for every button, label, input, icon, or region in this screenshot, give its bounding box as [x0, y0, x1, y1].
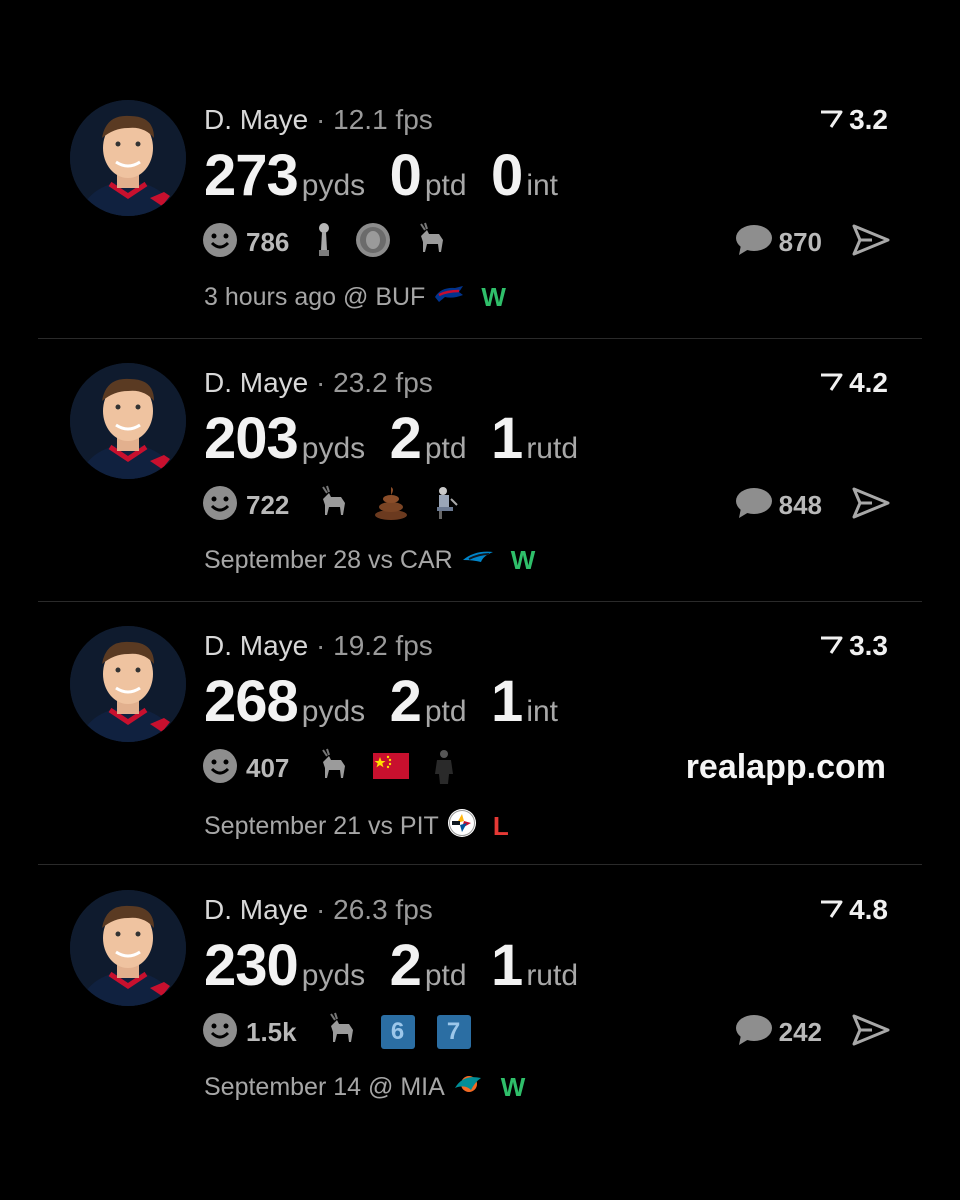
comment-icon[interactable]: [735, 223, 773, 262]
dolphins-logo-icon: [453, 1072, 485, 1103]
rating[interactable]: 3.3: [819, 630, 888, 662]
smiley-react-icon[interactable]: [202, 222, 238, 263]
stat-line: 268 pyds 2 ptd 1 int: [204, 668, 578, 735]
reactions-row: 407: [202, 748, 479, 788]
stat-passing-yards: 273 pyds: [204, 143, 366, 208]
post-card[interactable]: D. Maye · 23.2 fps 4.2 203 pyds 2 ptd 1 rut…: [0, 263, 960, 575]
stat-passing-td: 2 ptd: [389, 406, 467, 471]
share-icon[interactable]: [852, 1014, 890, 1051]
feed: D. Maye · 12.1 fps 3.2 273 pyds 0 ptd 0 int…: [0, 0, 960, 1200]
post-header: D. Maye · 19.2 fps: [204, 630, 433, 661]
rating-value: 3.3: [849, 630, 888, 661]
stat-passing-td: 2 ptd: [389, 669, 467, 734]
watermark: realapp.com: [685, 748, 886, 786]
fps-score: 26.3 fps: [333, 894, 433, 925]
rating-value: 4.2: [849, 367, 888, 398]
comment-count[interactable]: 848: [779, 490, 822, 521]
smiley-react-icon[interactable]: [202, 748, 238, 789]
rating-value: 4.8: [849, 894, 888, 925]
stat-line: 230 pyds 2 ptd 1 rutd: [204, 932, 598, 999]
goat-icon[interactable]: [315, 748, 351, 789]
rating-icon: [819, 894, 843, 926]
reactions-row: 1.5k 6 7: [202, 1012, 493, 1052]
goat-icon[interactable]: [315, 485, 351, 526]
rating[interactable]: 4.8: [819, 894, 888, 926]
rating-value: 3.2: [849, 104, 888, 135]
post-card[interactable]: D. Maye · 26.3 fps 4.8 230 pyds 2 ptd 1 rut…: [0, 790, 960, 1102]
rating-icon: [819, 104, 843, 136]
stat-rushing-td: 1 rutd: [491, 933, 579, 998]
reaction-count[interactable]: 786: [246, 227, 289, 258]
player-name[interactable]: D. Maye: [204, 894, 308, 925]
player-name[interactable]: D. Maye: [204, 367, 308, 398]
stat-passing-td: 2 ptd: [389, 933, 467, 998]
six-tile-icon[interactable]: 6: [380, 1015, 415, 1049]
fps-score: 19.2 fps: [333, 630, 433, 661]
post-footer: September 14 @ MIA W: [204, 1072, 525, 1103]
goat-icon[interactable]: [413, 222, 449, 263]
reaction-count[interactable]: 722: [246, 490, 289, 521]
post-actions: 242: [735, 1012, 890, 1052]
player-avatar[interactable]: [70, 363, 186, 479]
stat-line: 273 pyds 0 ptd 0 int: [204, 142, 578, 209]
rating[interactable]: 4.2: [819, 367, 888, 399]
reaction-count[interactable]: 407: [246, 753, 289, 784]
stat-rushing-td: 1 rutd: [491, 406, 579, 471]
post-header: D. Maye · 12.1 fps: [204, 104, 433, 135]
goat-icon[interactable]: [323, 1012, 359, 1053]
post-header: D. Maye · 23.2 fps: [204, 367, 433, 398]
person-sitting-icon[interactable]: [431, 485, 461, 526]
stat-passing-yards: 230 pyds: [204, 933, 366, 998]
comment-icon[interactable]: [735, 1013, 773, 1052]
china-flag-icon[interactable]: [373, 752, 410, 784]
stat-interceptions: 1 int: [491, 669, 558, 734]
player-avatar[interactable]: [70, 100, 186, 216]
stat-passing-yards: 203 pyds: [204, 406, 366, 471]
comment-icon[interactable]: [735, 486, 773, 525]
post-actions: 870: [735, 222, 890, 262]
share-icon[interactable]: [852, 487, 890, 524]
reactions-row: 786: [202, 222, 471, 262]
trophy-icon[interactable]: [315, 222, 333, 263]
fps-score: 23.2 fps: [333, 367, 433, 398]
player-name[interactable]: D. Maye: [204, 104, 308, 135]
person-standing-icon[interactable]: [431, 748, 457, 789]
player-avatar[interactable]: [70, 890, 186, 1006]
share-icon[interactable]: [852, 224, 890, 261]
reaction-count[interactable]: 1.5k: [246, 1017, 297, 1048]
rating-icon: [819, 367, 843, 399]
post-header: D. Maye · 26.3 fps: [204, 894, 433, 925]
comment-count[interactable]: 870: [779, 227, 822, 258]
seven-tile-icon[interactable]: 7: [436, 1015, 471, 1049]
player-avatar[interactable]: [70, 626, 186, 742]
rating[interactable]: 3.2: [819, 104, 888, 136]
smiley-react-icon[interactable]: [202, 1012, 238, 1053]
stat-passing-yards: 268 pyds: [204, 669, 366, 734]
reactions-row: 722: [202, 485, 483, 525]
poop-icon[interactable]: [373, 485, 409, 526]
player-name[interactable]: D. Maye: [204, 630, 308, 661]
fps-score: 12.1 fps: [333, 104, 433, 135]
coin-face-icon[interactable]: [355, 222, 391, 263]
post-card[interactable]: D. Maye · 12.1 fps 3.2 273 pyds 0 ptd 0 int…: [0, 0, 960, 312]
game-date[interactable]: September 14 @ MIA: [204, 1073, 445, 1102]
game-result: W: [500, 1072, 526, 1102]
stat-interceptions: 0 int: [491, 143, 558, 208]
comment-count[interactable]: 242: [779, 1017, 822, 1048]
smiley-react-icon[interactable]: [202, 485, 238, 526]
stat-line: 203 pyds 2 ptd 1 rutd: [204, 405, 598, 472]
rating-icon: [819, 630, 843, 662]
post-actions: 848: [735, 485, 890, 525]
stat-passing-td: 0 ptd: [389, 143, 467, 208]
